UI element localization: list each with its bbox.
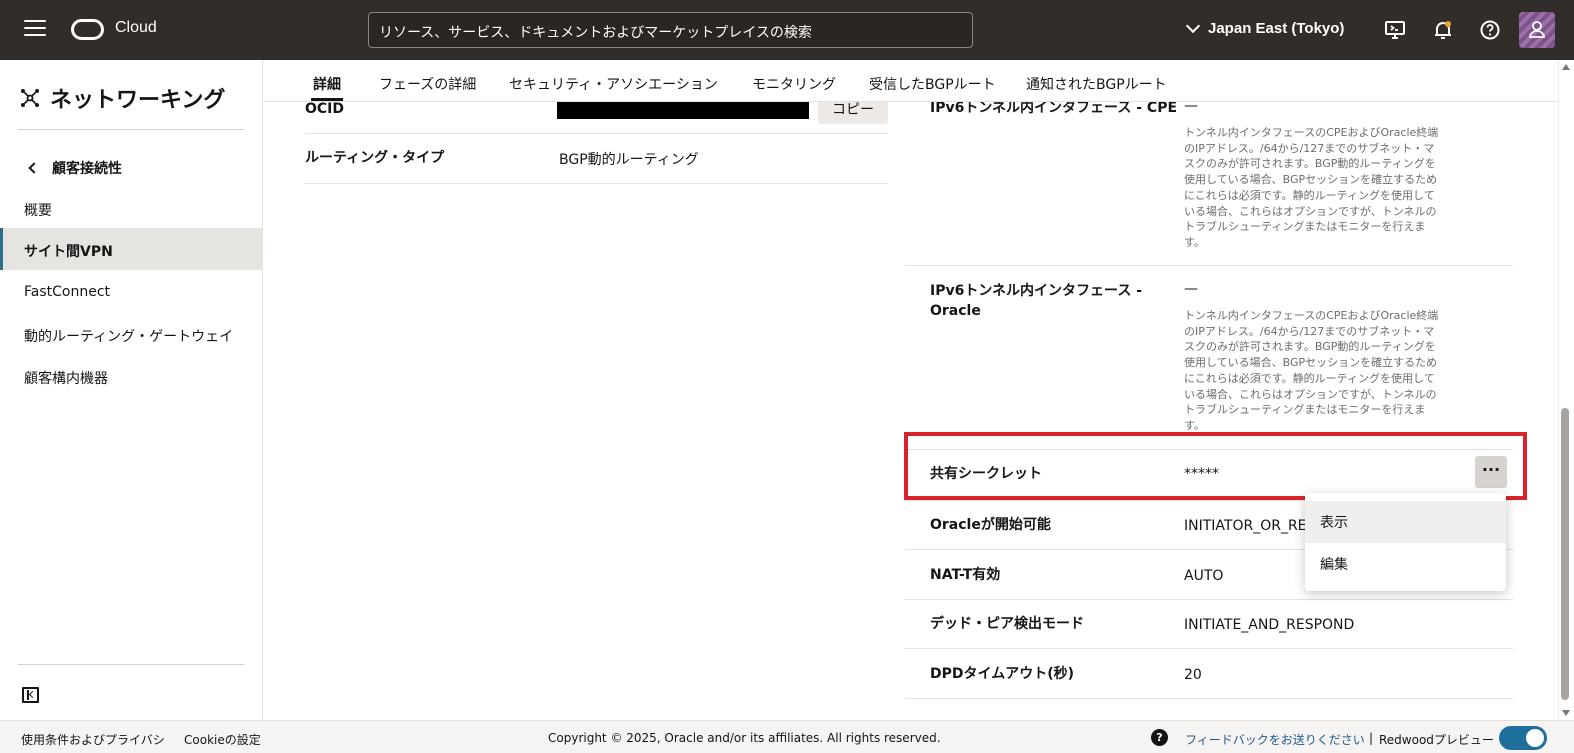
annotation-highlight-box (904, 432, 1527, 500)
row-divider (905, 599, 1513, 600)
copyright-text: Copyright © 2025, Oracle and/or its affi… (548, 731, 941, 745)
dpd-timeout-value: 20 (1184, 667, 1202, 683)
scrollbar-thumb[interactable] (1561, 408, 1569, 700)
tab-advertised-bgp-routes[interactable]: 通知されたBGPルート (1026, 74, 1167, 94)
user-icon (1529, 21, 1545, 38)
terms-privacy-link[interactable]: 使用条件およびプライバシ (21, 731, 165, 748)
row-divider (905, 648, 1513, 649)
tab-details[interactable]: 詳細 (311, 74, 343, 101)
brand-label[interactable]: Cloud (115, 19, 157, 37)
top-bar: Cloud リソース、サービス、ドキュメントおよびマーケットプレイスの検索 Ja… (0, 0, 1574, 60)
sidebar-title: ネットワーキング (20, 82, 225, 114)
sidebar-item-overview[interactable]: 概要 (0, 187, 263, 229)
tab-monitoring[interactable]: モニタリング (752, 74, 836, 94)
region-label: Japan East (Tokyo) (1208, 20, 1345, 37)
routing-type-value: BGP動的ルーティング (559, 152, 699, 168)
nat-t-label: NAT-T有効 (930, 567, 1001, 583)
ocid-label: OCID (305, 101, 345, 117)
sidebar-back-label: 顧客接続性 (52, 161, 122, 177)
dpd-mode-label: デッド・ピア検出モード (930, 616, 1084, 632)
user-avatar[interactable] (1519, 12, 1555, 48)
chevron-left-icon (28, 162, 40, 174)
dpd-mode-value: INITIATE_AND_RESPOND (1184, 617, 1355, 633)
sidebar-item-drg[interactable]: 動的ルーティング・ゲートウェイ (0, 313, 263, 355)
ipv6-oracle-hint: トンネル内インタフェースのCPEおよびOracle終端 のIPアドレス。/64か… (1184, 309, 1439, 432)
row-divider (905, 698, 1513, 699)
menu-item-view[interactable]: 表示 (1305, 501, 1506, 543)
scroll-down-arrow-icon[interactable] (1562, 710, 1570, 716)
oracle-initiation-label: Oracleが開始可能 (930, 517, 1051, 533)
sidebar-item-fastconnect[interactable]: FastConnect (0, 271, 263, 313)
sidebar-item-cpe[interactable]: 顧客構内機器 (0, 355, 263, 397)
ipv6-cpe-hint: トンネル内インタフェースのCPEおよびOracle終端 のIPアドレス。/64か… (1184, 126, 1439, 249)
chevron-down-icon (1185, 18, 1201, 34)
ipv6-oracle-value: — (1184, 281, 1198, 297)
networking-icon (21, 89, 39, 107)
tab-received-bgp-routes[interactable]: 受信したBGPルート (869, 74, 996, 94)
help-icon[interactable] (1479, 19, 1501, 41)
collapse-sidebar-icon[interactable] (22, 687, 39, 703)
oracle-logo-icon[interactable] (71, 19, 104, 40)
tab-phase-details[interactable]: フェーズの詳細 (379, 74, 476, 94)
row-divider (305, 133, 888, 134)
redwood-preview-toggle[interactable] (1499, 726, 1547, 750)
sidebar-back-link[interactable]: 顧客接続性 (28, 158, 122, 178)
sidebar-divider (18, 664, 245, 665)
detail-tabs: 詳細 フェーズの詳細 セキュリティ・アソシエーション モニタリング 受信したBG… (264, 60, 1558, 102)
dpd-timeout-label: DPDタイムアウト(秒) (930, 666, 1075, 682)
cloud-shell-icon[interactable] (1384, 19, 1406, 41)
sidebar-divider (18, 129, 245, 130)
nat-t-value: AUTO (1184, 568, 1224, 584)
routing-type-label: ルーティング・タイプ (305, 150, 445, 166)
footer-separator: | (1369, 731, 1374, 745)
sidebar-item-site-to-site-vpn[interactable]: サイト間VPN (0, 228, 263, 270)
row-divider (905, 265, 1513, 266)
sidebar-title-label: ネットワーキング (50, 88, 226, 113)
actions-menu: 表示 編集 (1305, 493, 1506, 591)
cookie-settings-link[interactable]: Cookieの設定 (184, 731, 261, 748)
ipv6-oracle-label: IPv6トンネル内インタフェース - Oracle (930, 283, 1143, 319)
footer-help-icon[interactable]: ? (1151, 729, 1168, 746)
footer: 使用条件およびプライバシ Cookieの設定 Copyright © 2025,… (0, 720, 1574, 753)
region-selector[interactable]: Japan East (Tokyo) (1185, 18, 1345, 37)
feedback-link[interactable]: フィードバックをお送りください (1185, 731, 1365, 748)
hamburger-menu-icon[interactable] (24, 20, 46, 38)
menu-item-edit[interactable]: 編集 (1305, 543, 1506, 585)
notification-bell-icon[interactable] (1432, 19, 1454, 41)
oracle-initiation-value: INITIATOR_OR_RESP (1184, 518, 1324, 534)
scroll-up-arrow-icon[interactable] (1562, 64, 1570, 70)
search-input[interactable]: リソース、サービス、ドキュメントおよびマーケットプレイスの検索 (368, 12, 973, 48)
redwood-preview-label: Redwoodプレビュー (1379, 733, 1494, 747)
row-divider (305, 183, 888, 184)
tab-security-associations[interactable]: セキュリティ・アソシエーション (509, 74, 718, 94)
